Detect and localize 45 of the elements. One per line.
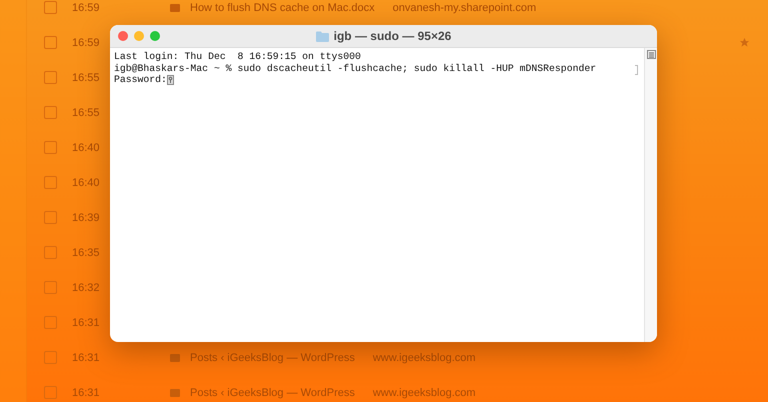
time-label: 16:39: [72, 212, 101, 224]
time-label: 16:31: [72, 316, 101, 328]
time-label: 16:40: [72, 176, 101, 188]
bracket-mark: [635, 65, 638, 75]
time-label: 16:59: [72, 36, 101, 48]
checkbox[interactable]: [44, 106, 57, 119]
time-label: 16:55: [72, 72, 101, 84]
checkbox[interactable]: [44, 36, 57, 49]
item-source: onvanesh-my.sharepoint.com: [392, 2, 536, 14]
item-title: Posts ‹ iGeeksBlog — WordPress: [190, 386, 355, 398]
checkbox[interactable]: [44, 386, 57, 399]
time-label: 16:32: [72, 282, 101, 294]
checkbox[interactable]: [44, 71, 57, 84]
terminal-prompt: Password:: [114, 74, 167, 86]
checkbox[interactable]: [44, 141, 57, 154]
time-label: 16:55: [72, 106, 101, 118]
item-title: How to flush DNS cache on Mac.docx: [190, 2, 375, 14]
star-icon[interactable]: [739, 37, 750, 48]
item-title: Posts ‹ iGeeksBlog — WordPress: [190, 352, 355, 364]
page-icon: [170, 388, 180, 396]
terminal-line: igb@Bhaskars-Mac ~ % sudo dscacheutil -flushcache; sudo killall -HUP mDNSResponder: [114, 62, 596, 74]
zoom-button[interactable]: [150, 31, 160, 41]
time-label: 16:31: [72, 352, 101, 364]
checkbox[interactable]: [44, 246, 57, 259]
item-source: www.igeeksblog.com: [372, 352, 476, 364]
checkbox[interactable]: [44, 211, 57, 224]
checkbox[interactable]: [44, 351, 57, 364]
time-label: 16:35: [72, 246, 101, 258]
checkbox[interactable]: [44, 316, 57, 329]
checkbox[interactable]: [44, 176, 57, 189]
terminal-line: Last login: Thu Dec 8 16:59:15 on ttys000: [114, 51, 361, 63]
page-icon: [170, 4, 180, 12]
item-source: www.igeeksblog.com: [372, 386, 476, 398]
checkbox[interactable]: [44, 281, 57, 294]
page-icon: [170, 354, 180, 362]
minimize-button[interactable]: [134, 31, 144, 41]
time-label: 16:40: [72, 142, 101, 154]
checkbox[interactable]: [44, 1, 57, 14]
list-icon[interactable]: [646, 50, 656, 59]
time-label: 16:31: [72, 386, 101, 398]
folder-icon: [316, 30, 329, 42]
window-title: igb — sudo — 95×26: [334, 29, 452, 43]
time-label: 16:59: [72, 2, 101, 14]
close-button[interactable]: [118, 31, 128, 41]
key-cursor-icon: [166, 74, 174, 85]
